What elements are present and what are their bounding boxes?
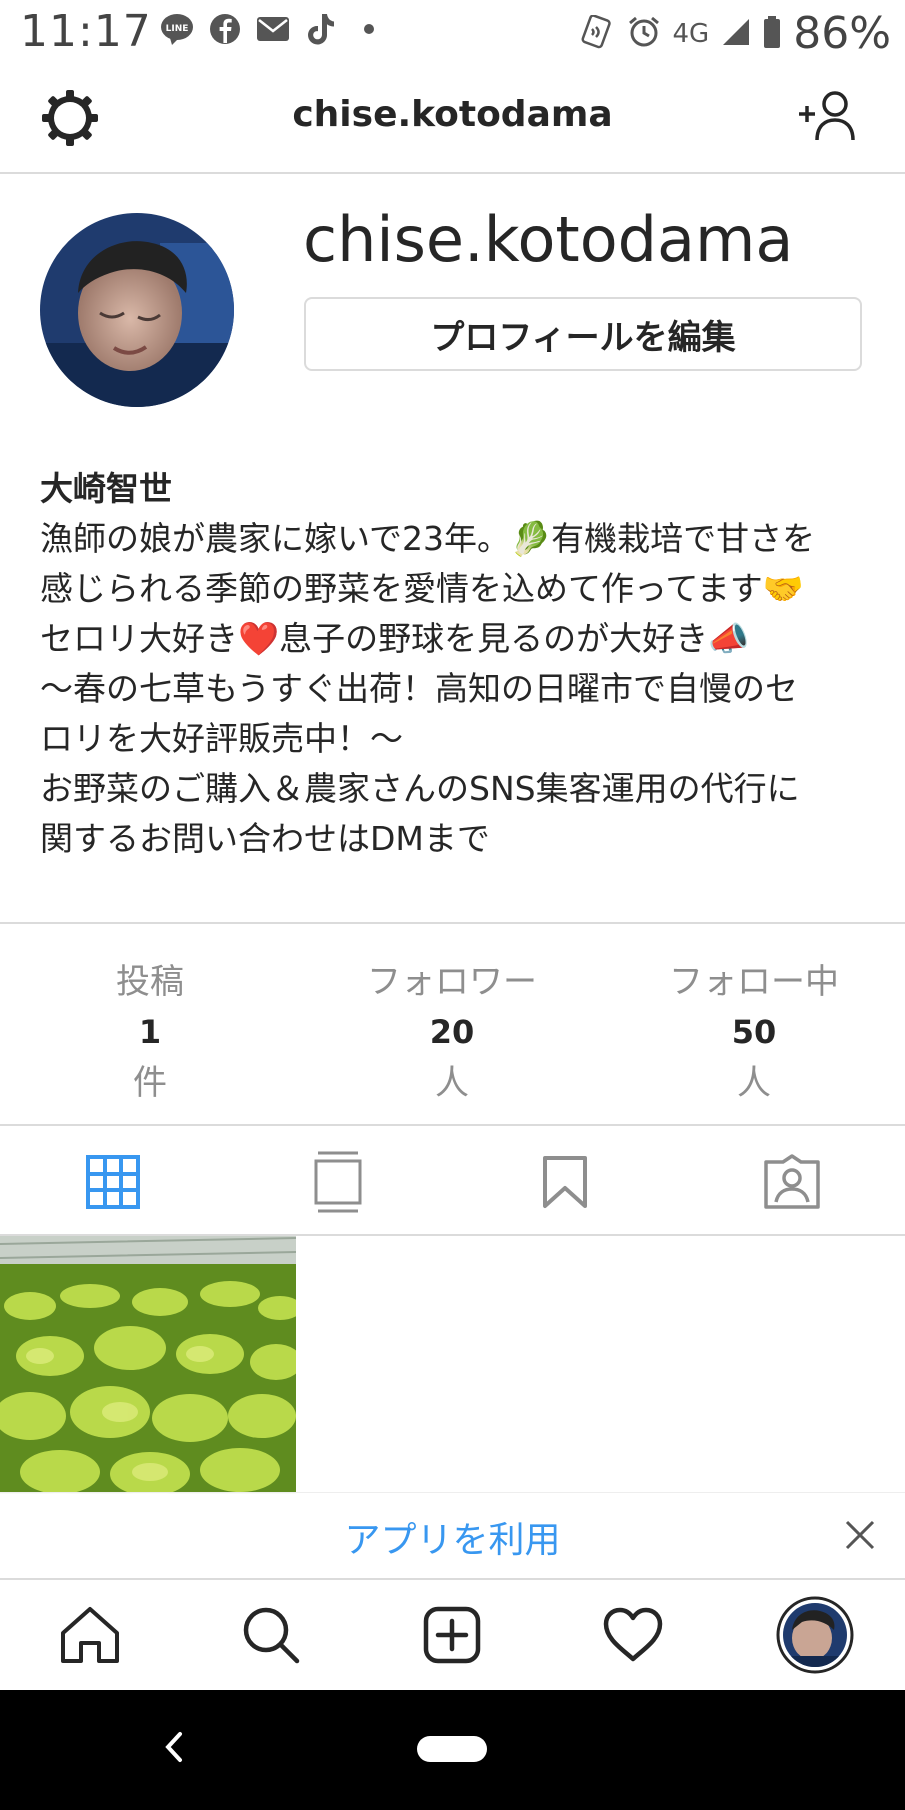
stat-followers[interactable]: フォロワー 20 人 — [302, 954, 602, 1104]
bio-line: セロリ大好き❤️息子の野球を見るのが大好き📣 — [40, 619, 750, 658]
battery-percent: 86% — [793, 8, 891, 59]
header-username: chise.kotodama — [292, 94, 613, 135]
alarm-icon — [627, 15, 661, 53]
bottom-nav — [0, 1578, 905, 1690]
bio-line: 関するお問い合わせはDMまで — [40, 819, 490, 858]
saved-icon[interactable] — [535, 1152, 595, 1212]
profile-username: chise.kotodama — [303, 203, 794, 276]
tiktok-icon — [304, 12, 338, 46]
signal-icon — [721, 17, 751, 51]
stat-followers-label: フォロワー — [367, 962, 537, 1002]
profile-bio: 大崎智世 漁師の娘が農家に嫁いで23年。🥬有機栽培で甘さを 感じられる季節の野菜… — [40, 464, 870, 864]
back-icon[interactable] — [160, 1730, 188, 1768]
search-icon[interactable] — [236, 1600, 306, 1670]
stat-following[interactable]: フォロー中 50 人 — [604, 954, 904, 1104]
stat-posts-count: 1 — [138, 1013, 162, 1051]
mail-icon — [256, 12, 290, 46]
dot-icon — [352, 12, 386, 46]
status-right: 4G 86% — [581, 8, 891, 59]
nfc-icon — [581, 13, 615, 53]
use-app-banner: アプリを利用 — [0, 1492, 905, 1577]
add-user-icon[interactable] — [795, 88, 861, 148]
close-icon[interactable] — [843, 1513, 877, 1562]
system-nav-bar — [0, 1690, 905, 1810]
stat-followers-count: 20 — [429, 1013, 475, 1051]
stat-posts[interactable]: 投稿 1 件 — [0, 954, 300, 1104]
bio-line: ロリを大好評販売中！〜 — [40, 719, 403, 758]
bio-line: 感じられる季節の野菜を愛情を込めて作ってます🤝 — [40, 569, 804, 608]
status-bar: 11:17 LINE 4G 86% — [0, 0, 905, 64]
profile-tabs — [0, 1124, 905, 1236]
bio-line: 漁師の娘が農家に嫁いで23年。🥬有機栽培で甘さを — [40, 519, 816, 558]
stat-posts-unit: 件 — [133, 1063, 167, 1103]
battery-icon — [763, 15, 781, 53]
bio-line: 〜春の七草もうすぐ出荷！高知の日曜市で自慢のセ — [40, 669, 799, 708]
grid-icon[interactable] — [83, 1152, 143, 1212]
feed-icon[interactable] — [308, 1151, 368, 1213]
profile-avatar-nav[interactable] — [776, 1596, 854, 1674]
edit-profile-button[interactable]: プロフィールを編集 — [304, 297, 862, 371]
tagged-icon[interactable] — [762, 1152, 822, 1212]
network-label: 4G — [672, 18, 710, 49]
top-bar: chise.kotodama — [0, 64, 905, 174]
line-icon: LINE — [160, 12, 194, 46]
activity-heart-icon[interactable] — [598, 1600, 668, 1670]
facebook-icon — [208, 12, 242, 46]
notification-icons: LINE — [160, 12, 386, 46]
post-thumbnail[interactable] — [0, 1236, 296, 1532]
home-icon[interactable] — [55, 1600, 125, 1670]
bio-line: お野菜のご購入＆農家さんのSNS集客運用の代行に — [40, 769, 800, 808]
profile-stats: 投稿 1 件 フォロワー 20 人 フォロー中 50 人 — [0, 922, 905, 1126]
stat-following-count: 50 — [731, 1013, 777, 1051]
profile-avatar[interactable] — [40, 213, 234, 407]
stat-following-unit: 人 — [737, 1063, 771, 1103]
new-post-icon[interactable] — [417, 1600, 487, 1670]
svg-text:LINE: LINE — [166, 24, 189, 34]
stat-following-label: フォロー中 — [669, 962, 839, 1002]
profile-display-name: 大崎智世 — [40, 469, 172, 508]
stat-followers-unit: 人 — [435, 1063, 469, 1103]
status-time: 11:17 — [20, 6, 152, 57]
use-app-link[interactable]: アプリを利用 — [0, 1511, 905, 1563]
stat-posts-label: 投稿 — [116, 962, 184, 1002]
home-pill[interactable] — [417, 1736, 487, 1762]
